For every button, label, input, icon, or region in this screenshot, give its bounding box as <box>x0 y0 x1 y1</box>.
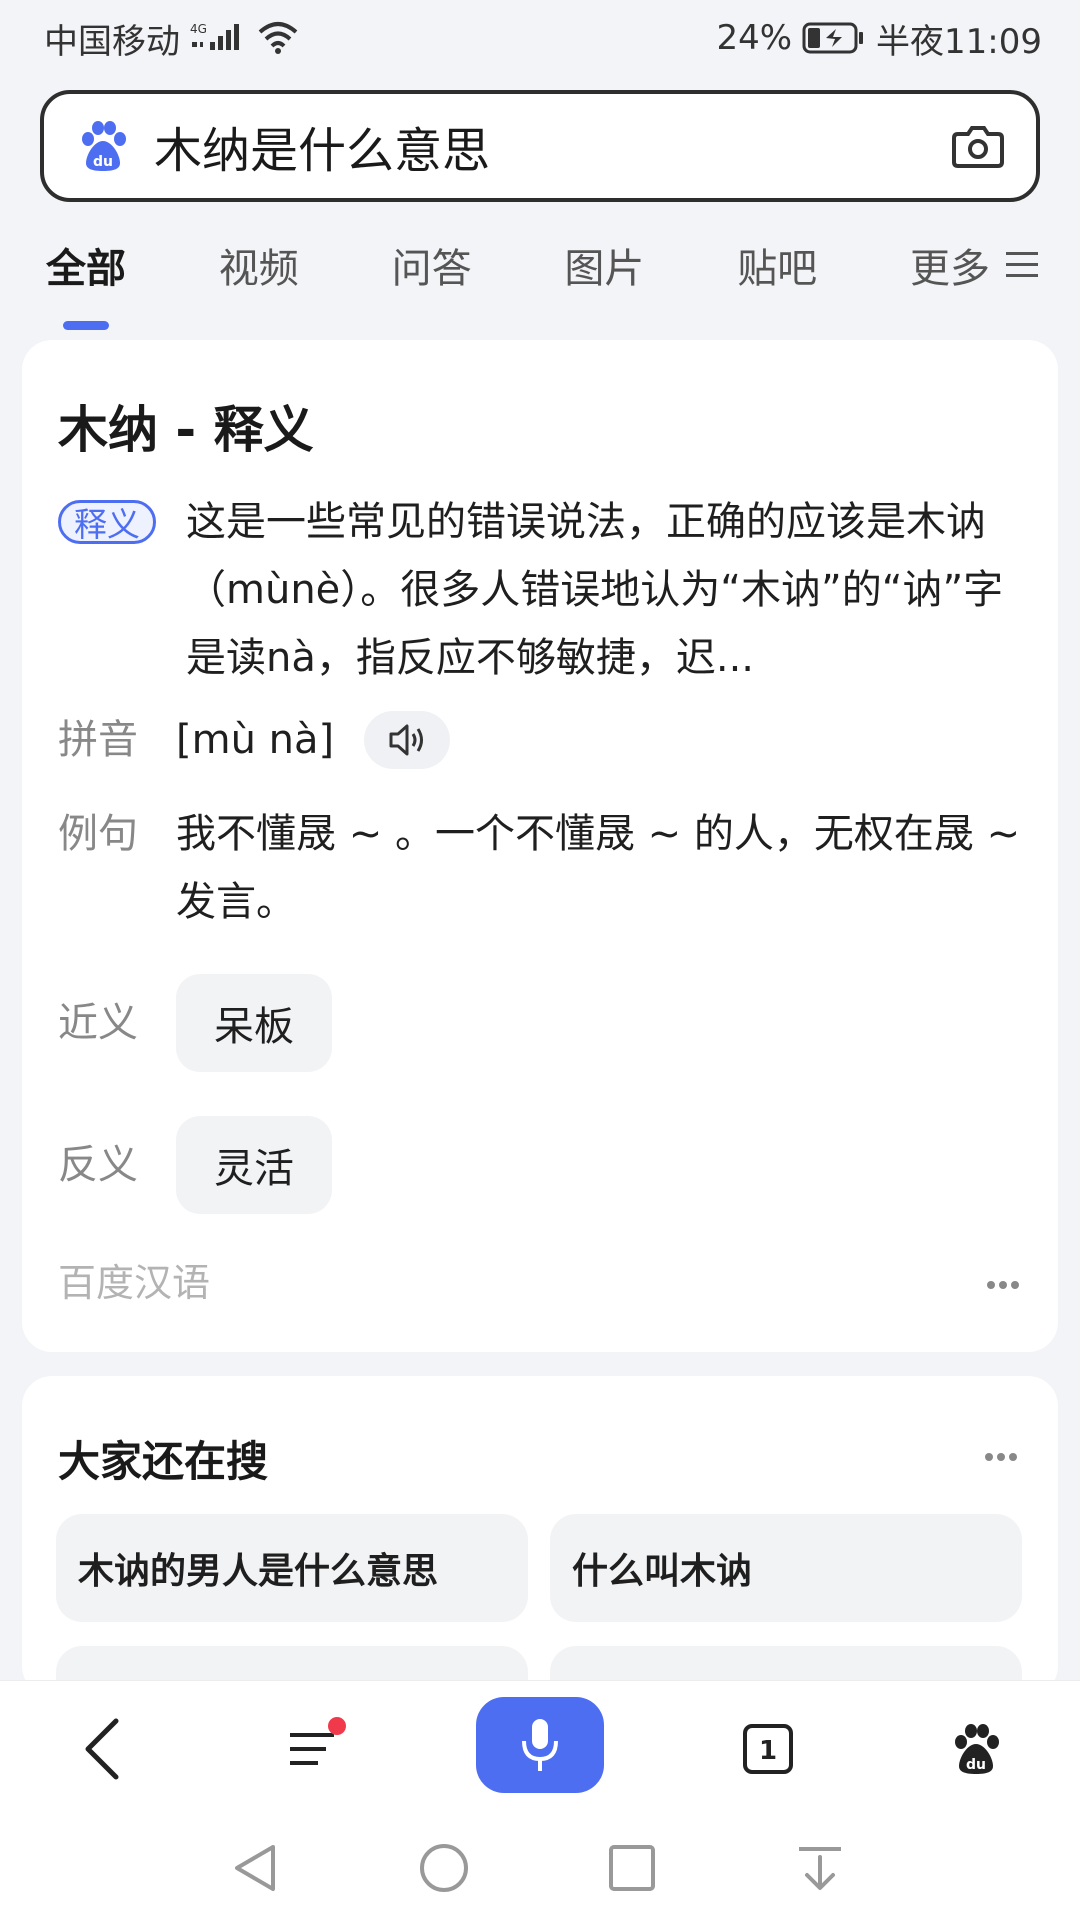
clock: 半夜11:09 <box>876 21 1042 62</box>
feed-menu-button[interactable] <box>280 1717 346 1777</box>
wifi-icon <box>258 22 298 54</box>
search-tabs: 全部 视频 问答 图片 贴吧 更多 <box>0 222 1080 322</box>
tab-tieba[interactable]: 贴吧 <box>737 236 817 308</box>
tab-images[interactable]: 图片 <box>564 236 644 308</box>
camera-icon[interactable] <box>950 118 1006 174</box>
system-dropdown-button[interactable] <box>792 1840 848 1896</box>
system-home-button[interactable] <box>416 1840 472 1896</box>
battery-charging-icon <box>802 22 864 54</box>
antonym-row: 反义 灵活 <box>58 1116 1022 1214</box>
example-text: 我不懂晟 ~ 。一个不懂晟 ~ 的人，无权在晟 ~ 发言。 <box>176 811 1021 925</box>
definition-badge: 释义 <box>58 500 156 544</box>
svg-text:du: du <box>93 154 113 170</box>
example-row: 例句 我不懂晟 ~ 。一个不懂晟 ~ 的人，无权在晟 ~ 发言。 <box>58 800 1022 936</box>
pronunciation-button[interactable] <box>364 711 451 769</box>
synonym-row: 近义 呆板 <box>58 974 1022 1072</box>
carrier-label: 中国移动 <box>44 21 180 62</box>
system-nav-bar <box>0 1816 1080 1920</box>
menu-lines-icon <box>1005 252 1038 277</box>
pinyin-content: [mù nà] <box>176 706 1022 774</box>
tab-more[interactable]: 更多 <box>910 236 1040 308</box>
signal-icon: 4G <box>190 22 239 50</box>
status-right: 24% 半夜11:09 <box>716 14 1042 63</box>
related-searches-title: 大家还在搜 <box>58 1437 269 1486</box>
tab-all[interactable]: 全部 <box>46 236 126 308</box>
notification-dot <box>328 1717 346 1735</box>
related-search-item[interactable]: 什么叫木讷 <box>550 1514 1022 1622</box>
back-button[interactable] <box>72 1717 132 1781</box>
microphone-icon <box>522 1719 558 1771</box>
tab-count: 1 <box>759 1736 777 1766</box>
status-left: 中国移动 4G <box>44 14 300 63</box>
synonym-label: 近义 <box>58 1000 138 1046</box>
pinyin-label: 拼音 <box>58 717 138 763</box>
network-type-label: 4G <box>190 22 207 36</box>
definition-row[interactable]: 释义 这是一些常见的错误说法，正确的应该是木讷（mùnè）。很多人错误地认为“木… <box>58 488 1022 692</box>
baidu-paw-home-icon: du <box>955 1724 999 1774</box>
antonym-chip[interactable]: 灵活 <box>176 1116 332 1214</box>
antonym-label: 反义 <box>58 1142 138 1188</box>
tab-switcher-button[interactable]: 1 <box>740 1721 796 1777</box>
battery-percent: 24% <box>716 18 793 58</box>
definition-card: 木纳 - 释义 释义 这是一些常见的错误说法，正确的应该是木讷（mùnè）。很多… <box>22 340 1058 1352</box>
source-label[interactable]: 百度汉语 <box>58 1252 210 1307</box>
related-search-item[interactable]: 木讷的男人是什么意思 <box>56 1514 528 1622</box>
baidu-paw-icon: du <box>82 121 126 171</box>
pull-down-icon <box>799 1847 841 1890</box>
back-arrow-icon <box>85 1718 119 1780</box>
status-bar: 中国移动 4G 24% 半夜11:09 <box>0 0 1080 76</box>
system-recents-button[interactable] <box>604 1840 660 1896</box>
definition-card-title[interactable]: 木纳 - 释义 <box>58 390 314 462</box>
example-label: 例句 <box>58 811 138 857</box>
search-bar[interactable]: du 木纳是什么意思 <box>40 90 1040 202</box>
circle-home-icon <box>420 1844 468 1892</box>
voice-search-button[interactable] <box>476 1697 604 1793</box>
svg-text:du: du <box>966 1757 986 1773</box>
more-options-icon[interactable] <box>986 1280 1020 1290</box>
square-recents-icon <box>609 1845 655 1891</box>
related-more-icon[interactable] <box>984 1452 1018 1462</box>
pinyin-value: [mù nà] <box>176 717 335 763</box>
speaker-icon <box>389 724 424 756</box>
tab-more-label: 更多 <box>909 246 990 292</box>
tab-video[interactable]: 视频 <box>219 236 299 308</box>
tab-qa[interactable]: 问答 <box>392 236 472 308</box>
bottom-toolbar: 1 du <box>0 1680 1080 1816</box>
definition-text: 这是一些常见的错误说法，正确的应该是木讷（mùnè）。很多人错误地认为“木讷”的… <box>186 499 1004 681</box>
pinyin-row: 拼音 [mù nà] <box>58 706 1022 774</box>
triangle-back-icon <box>235 1845 275 1891</box>
synonym-chip[interactable]: 呆板 <box>176 974 332 1072</box>
system-back-button[interactable] <box>228 1840 284 1896</box>
search-input[interactable]: 木纳是什么意思 <box>154 111 950 181</box>
baidu-home-button[interactable]: du <box>948 1721 1004 1777</box>
related-searches-card: 大家还在搜 木讷的男人是什么意思 什么叫木讷 <box>22 1376 1058 1754</box>
tab-switcher-icon: 1 <box>743 1724 793 1774</box>
